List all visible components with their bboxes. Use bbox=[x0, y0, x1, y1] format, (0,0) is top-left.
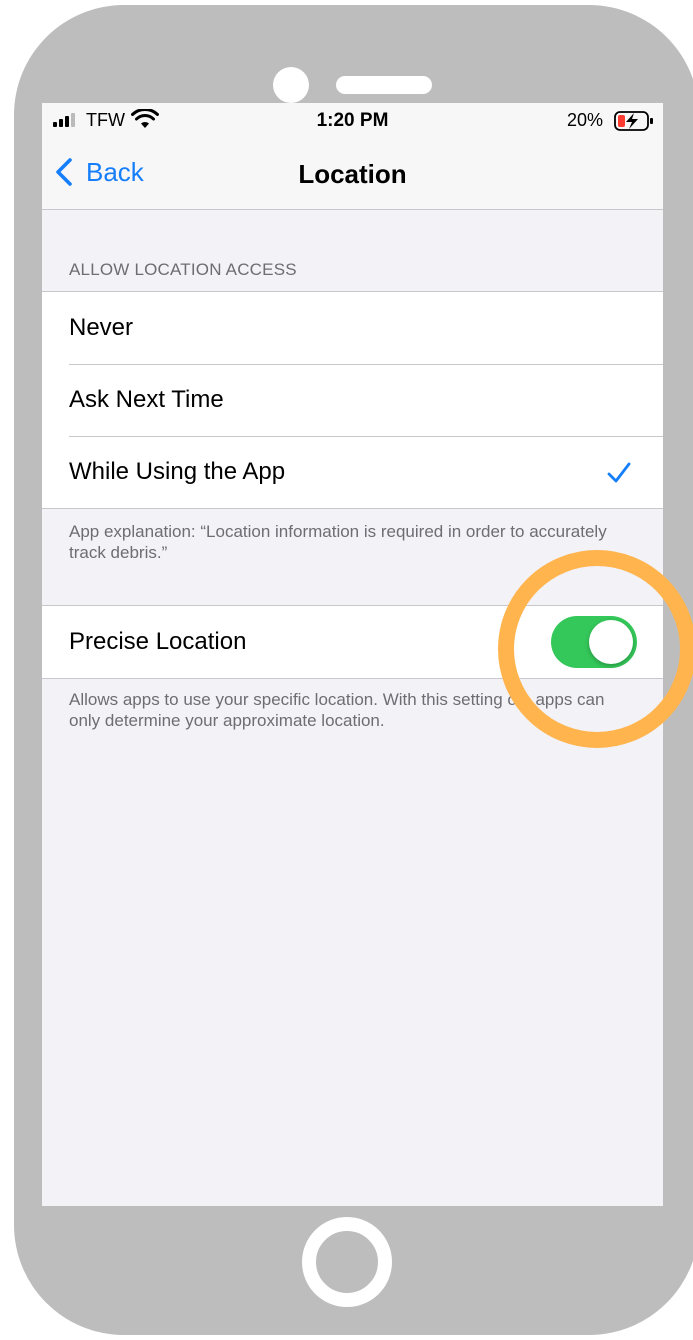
earpiece-speaker bbox=[336, 76, 432, 94]
option-label: Never bbox=[69, 314, 134, 341]
precise-location-label: Precise Location bbox=[69, 628, 247, 655]
status-bar: TFW 1:20 PM 20% bbox=[42, 103, 663, 139]
screen: TFW 1:20 PM 20% Back Location ALLOW LOCA… bbox=[42, 103, 663, 1206]
option-never[interactable]: Never bbox=[42, 292, 663, 364]
precise-location-description: Allows apps to use your specific locatio… bbox=[69, 690, 605, 730]
battery-charging-icon bbox=[614, 111, 653, 131]
option-while-using-the-app[interactable]: While Using the App bbox=[42, 436, 663, 508]
precise-location-group: Precise Location bbox=[42, 605, 663, 679]
precise-location-row: Precise Location bbox=[42, 606, 663, 678]
checkmark-icon bbox=[607, 462, 631, 483]
option-ask-next-time[interactable]: Ask Next Time bbox=[42, 364, 663, 436]
location-access-options: Never Ask Next Time While Using the App bbox=[42, 291, 663, 509]
app-explanation-text: App explanation: “Location information i… bbox=[69, 522, 607, 562]
front-camera bbox=[273, 67, 309, 103]
page-title: Location bbox=[298, 159, 407, 189]
precise-location-toggle[interactable] bbox=[551, 616, 637, 668]
option-label: While Using the App bbox=[69, 458, 286, 485]
home-button[interactable] bbox=[302, 1217, 392, 1307]
battery-percent: 20% bbox=[567, 110, 604, 130]
section-header-allow-location-access: ALLOW LOCATION ACCESS bbox=[69, 260, 297, 279]
navigation-bar: Back Location bbox=[42, 139, 663, 210]
toggle-knob bbox=[589, 620, 633, 664]
option-label: Ask Next Time bbox=[69, 386, 224, 413]
